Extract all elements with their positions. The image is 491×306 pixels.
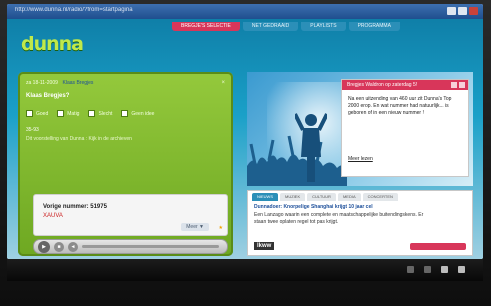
network-icon[interactable] xyxy=(441,266,448,273)
tab-nieuws[interactable]: NIEUWS xyxy=(252,193,278,201)
os-taskbar xyxy=(7,259,483,281)
tab-cultuur[interactable]: CULTUUR xyxy=(307,193,336,201)
tab-muziek[interactable]: MUZIEK xyxy=(280,193,306,201)
poll-option-label: Goed xyxy=(36,110,49,117)
news-headline[interactable]: Dunnadoer: Knorpelige Shanghai krijgt 10… xyxy=(254,204,373,210)
audio-player: ▶ ■ ◄ xyxy=(33,239,228,254)
rating-stars-icon: ★ xyxy=(218,225,223,231)
vote-count: 35-93 xyxy=(26,127,39,133)
featured-title: Bregjes Waldron op zaterdag 5! xyxy=(342,80,468,90)
news-tabs: NIEUWS MUZIEK CULTUUR MEDIA CONCERTEN xyxy=(252,193,398,201)
featured-body: Na een uitzending van 460 uur zit Dunna'… xyxy=(348,96,452,116)
hero-banner: Bregjes Waldron op zaterdag 5! Na een ui… xyxy=(247,72,473,186)
checkbox-icon[interactable] xyxy=(57,110,65,117)
poll-option-slecht[interactable]: Slecht xyxy=(88,110,112,117)
nav-tab-selectie[interactable]: BREGJE'S SELECTIE xyxy=(172,22,240,31)
previous-track-artist[interactable]: XAUVA xyxy=(43,213,63,219)
nav-tab-programma[interactable]: PROGRAMMA xyxy=(348,22,400,31)
poll-option-label: Slecht xyxy=(98,110,113,117)
maximize-button[interactable] xyxy=(458,7,467,15)
browser-title: http://www.dunna.nl/radio/?from=startpag… xyxy=(15,7,133,13)
main-nav: BREGJE'S SELECTIE NET GEDRAAID PLAYLISTS… xyxy=(172,22,400,31)
site-logo[interactable]: dunna xyxy=(21,33,84,55)
tray-icon[interactable] xyxy=(407,266,414,273)
poll-option-label: Matig xyxy=(67,110,80,117)
widget-note[interactable]: Dit voorstelling van Dunna : Kijk in de … xyxy=(26,136,132,142)
page: dunna BREGJE'S SELECTIE NET GEDRAAID PLA… xyxy=(7,19,483,259)
site-header: dunna BREGJE'S SELECTIE NET GEDRAAID PLA… xyxy=(7,19,483,69)
tray-icon[interactable] xyxy=(424,266,431,273)
tab-media[interactable]: MEDIA xyxy=(337,193,361,201)
play-icon[interactable]: ▶ xyxy=(38,240,50,253)
close-icon[interactable]: × xyxy=(221,80,225,86)
progress-bar[interactable] xyxy=(82,245,219,248)
performer-silhouette-icon xyxy=(295,113,327,182)
poll-options: Goed Matig Slecht Geen idee xyxy=(26,110,154,117)
checkbox-icon[interactable] xyxy=(26,110,33,117)
news-source-logo: lkww xyxy=(254,242,275,250)
checkbox-icon[interactable] xyxy=(88,110,96,117)
next-icon[interactable] xyxy=(459,82,465,88)
poll-option-label: Geen idee xyxy=(131,110,155,117)
system-tray xyxy=(407,266,465,273)
news-more-button[interactable] xyxy=(410,243,466,250)
poll-option-geen-idee[interactable]: Geen idee xyxy=(121,110,154,117)
previous-track-label: Vorige nummer: 51975 xyxy=(43,204,107,210)
browser-titlebar: http://www.dunna.nl/radio/?from=startpag… xyxy=(7,4,483,19)
more-button[interactable]: Meer ▼ xyxy=(181,223,209,231)
widget-date: za 18-11-2009 xyxy=(26,80,58,86)
news-body: Een Lanzago waarin een complete en maats… xyxy=(254,212,424,225)
tab-concerten[interactable]: CONCERTEN xyxy=(362,193,398,201)
close-window-button[interactable] xyxy=(469,7,478,15)
poll-widget: za 18-11-2009 Klaas Bregjes × Klaas Breg… xyxy=(18,72,233,256)
featured-article: Bregjes Waldron op zaterdag 5! Na een ui… xyxy=(341,79,469,177)
news-panel: NIEUWS MUZIEK CULTUUR MEDIA CONCERTEN Du… xyxy=(247,190,473,256)
checkbox-icon[interactable] xyxy=(121,110,129,117)
poll-option-goed[interactable]: Goed xyxy=(26,110,48,117)
nav-tab-net-gedraaid[interactable]: NET GEDRAAID xyxy=(242,22,299,31)
minimize-button[interactable] xyxy=(447,7,456,15)
widget-header: za 18-11-2009 Klaas Bregjes × xyxy=(26,80,225,90)
nav-tab-playlists[interactable]: PLAYLISTS xyxy=(301,22,346,31)
poll-question: Klaas Bregjes? xyxy=(26,93,70,99)
featured-controls xyxy=(451,82,465,88)
featured-title-text: Bregjes Waldron op zaterdag 5! xyxy=(347,82,418,88)
read-more-link[interactable]: Meer lezen xyxy=(348,156,373,162)
volume-icon[interactable]: ◄ xyxy=(68,241,78,252)
volume-tray-icon[interactable] xyxy=(458,266,465,273)
poll-option-matig[interactable]: Matig xyxy=(57,110,79,117)
now-playing-card: Vorige nummer: 51975 XAUVA Meer ▼ ★ xyxy=(33,194,228,236)
prev-icon[interactable] xyxy=(451,82,457,88)
screen: http://www.dunna.nl/radio/?from=startpag… xyxy=(7,4,483,259)
stop-icon[interactable]: ■ xyxy=(54,241,64,252)
widget-author-link[interactable]: Klaas Bregjes xyxy=(63,80,94,86)
